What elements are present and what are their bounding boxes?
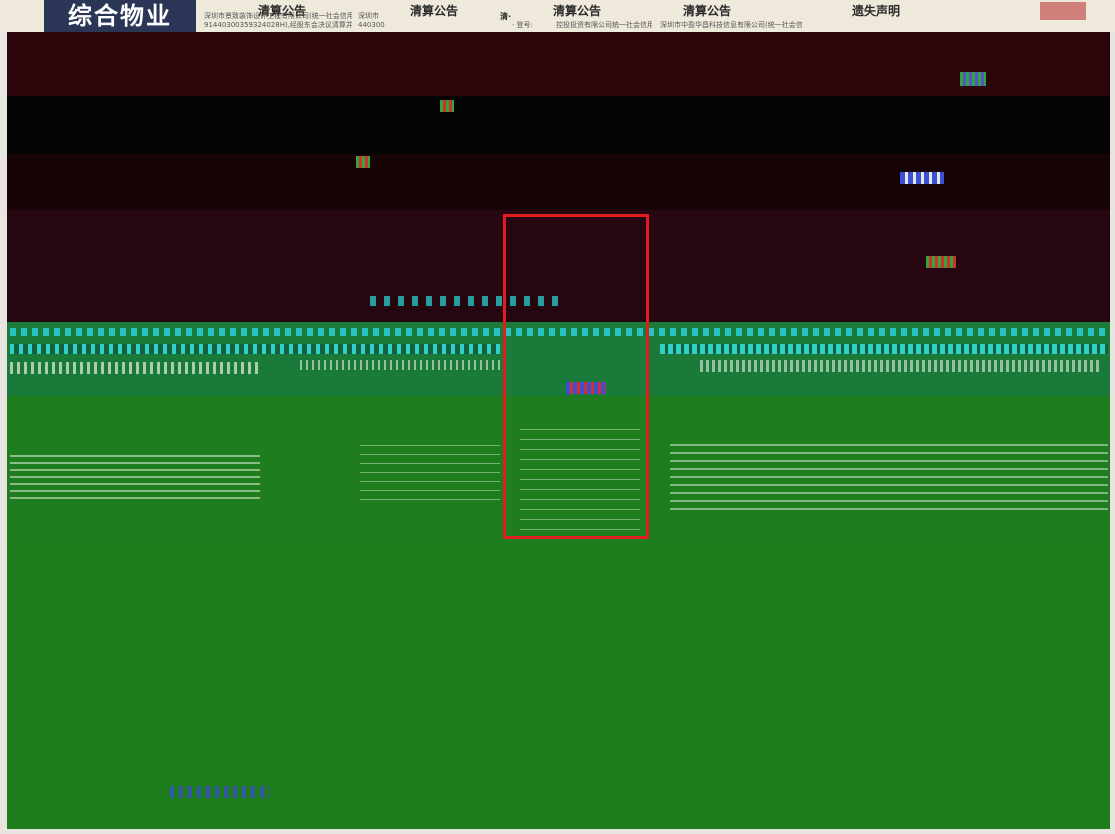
noise-streak [10, 344, 500, 354]
noise-streak [170, 786, 270, 798]
section-banner: 综合物业 [44, 0, 196, 32]
noise-streak [926, 256, 956, 268]
notice-text: 91440300359324028H),经股东会决议清算并注销, [204, 21, 352, 29]
noise-streak [360, 440, 500, 500]
frame-edge [0, 829, 1115, 834]
noise-streak [900, 172, 944, 184]
noise-streak [440, 100, 454, 112]
noise-streak [356, 156, 370, 168]
notice-heading: 清算公告 [410, 4, 459, 18]
corrupted-band [7, 96, 1110, 154]
notice-text: 深圳市中盈华昌科技信息有限公司(统一社会信 [660, 21, 803, 29]
notice-text: 控投投资有限公司统一社会信用代码 [556, 21, 652, 29]
noise-streak [960, 72, 986, 86]
noise-streak [300, 360, 500, 370]
notice-heading: 清算公告 [683, 4, 732, 18]
notice-text: 深圳市 [358, 12, 379, 20]
notice-text: · 登号: [512, 21, 533, 29]
photo-canvas: 综合物业 清算公告 清算公告 清算公告 清算公告 遗失声明 深圳市景致装饰设计工… [0, 0, 1115, 834]
notice-text: 深圳市景致装饰设计工程有限公司(统一社会信用代码: [204, 12, 352, 20]
newspaper-strip: 综合物业 清算公告 清算公告 清算公告 清算公告 遗失声明 深圳市景致装饰设计工… [0, 0, 1115, 32]
noise-streak [10, 362, 260, 374]
noise-streak [700, 360, 1100, 372]
notice-text: 440300 [358, 21, 385, 29]
noise-streak [670, 440, 1108, 510]
notice-heading: 遗失声明 [852, 4, 901, 18]
notice-heading: 清算公告 [553, 4, 602, 18]
noise-streak [660, 344, 1108, 354]
corrupted-band [7, 32, 1110, 96]
notice-text: 清· [500, 12, 512, 21]
frame-edge [1110, 32, 1115, 834]
red-annotation-box [503, 214, 649, 539]
noise-streak [10, 455, 260, 499]
red-stamp [1040, 2, 1086, 20]
frame-edge [0, 32, 7, 834]
corrupted-band [7, 154, 1110, 210]
